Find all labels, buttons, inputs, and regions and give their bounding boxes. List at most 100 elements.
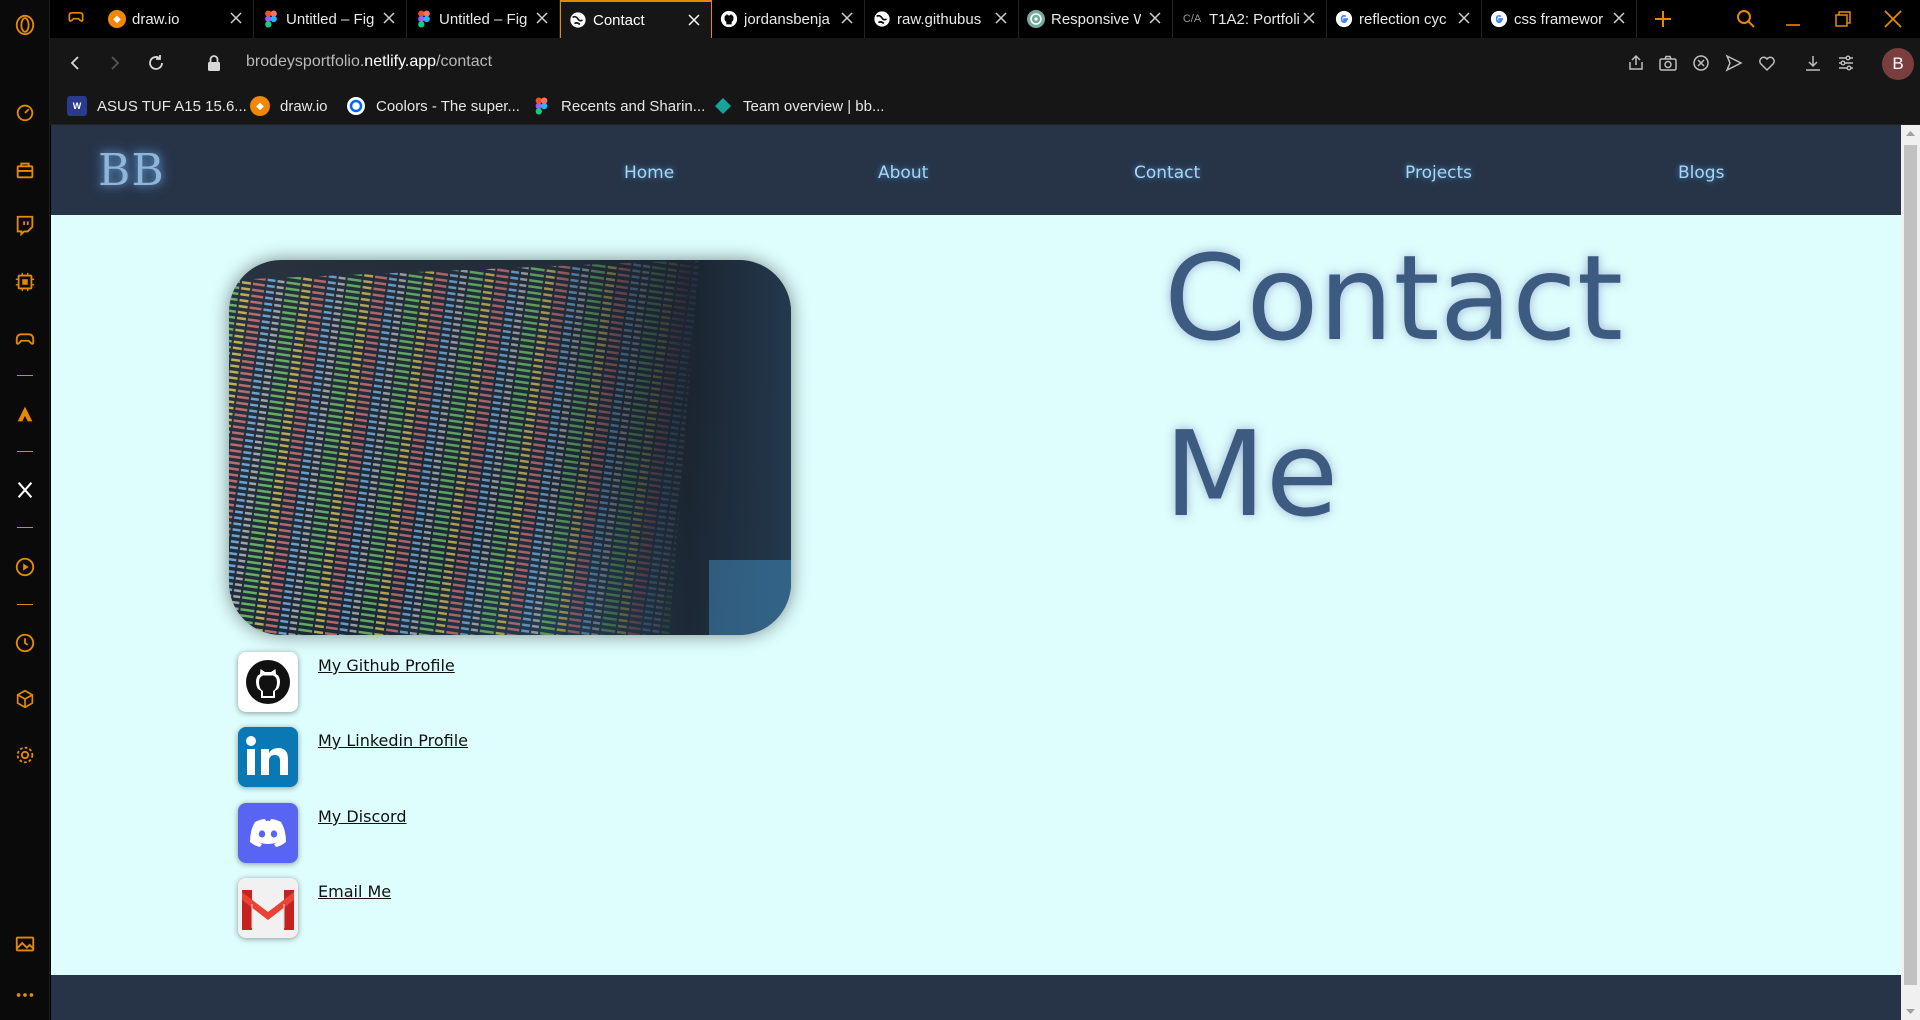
x-twitter-icon[interactable] — [13, 478, 37, 502]
tab-gx-games[interactable] — [58, 0, 98, 38]
adblock-button[interactable] — [1690, 52, 1712, 74]
more-options-icon[interactable] — [13, 983, 37, 1007]
bookmark-drawio[interactable]: ◆ draw.io — [250, 94, 328, 118]
tab-t1a2[interactable]: C/A T1A2: Portfoli — [1173, 0, 1327, 38]
close-icon[interactable] — [994, 11, 1008, 25]
github-profile-link[interactable]: My Github Profile — [318, 656, 455, 675]
close-icon[interactable] — [687, 13, 701, 27]
site-logo[interactable]: BB — [98, 145, 165, 196]
discord-icon[interactable] — [238, 803, 298, 863]
restore-icon — [1835, 11, 1851, 27]
github-icon[interactable] — [238, 652, 298, 712]
ca-icon: C/A — [1182, 13, 1202, 25]
code-screen-image — [229, 260, 791, 635]
gmail-icon[interactable] — [238, 878, 298, 938]
downloads-button[interactable] — [1802, 52, 1824, 74]
easy-setup-button[interactable] — [1835, 52, 1857, 74]
figma-icon — [415, 10, 433, 28]
share-icon — [1629, 54, 1643, 70]
tab-strip: ◆ draw.io Untitled – Fig Untitled – Fig … — [50, 0, 1920, 38]
new-tab-button[interactable] — [1640, 0, 1686, 38]
close-icon[interactable] — [1457, 11, 1471, 25]
extensions-icon[interactable] — [13, 687, 37, 711]
linkedin-icon[interactable] — [238, 727, 298, 787]
close-icon[interactable] — [535, 11, 549, 25]
tab-google-css[interactable]: css framewor — [1482, 0, 1637, 38]
close-icon[interactable] — [1612, 11, 1626, 25]
search-tabs-button[interactable] — [1723, 0, 1769, 38]
share-button[interactable] — [1625, 52, 1647, 74]
heart-icon — [1759, 56, 1775, 72]
nav-blogs-link[interactable]: Blogs — [1678, 163, 1724, 183]
close-icon[interactable] — [229, 11, 243, 25]
gamepad-icon — [66, 7, 86, 31]
tab-google-reflection[interactable]: reflection cyc — [1327, 0, 1482, 38]
nav-projects-link[interactable]: Projects — [1405, 163, 1472, 183]
reload-button[interactable] — [144, 51, 168, 75]
close-icon[interactable] — [1148, 11, 1162, 25]
tab-title: draw.io — [132, 10, 180, 28]
nav-home-link[interactable]: Home — [624, 163, 674, 183]
tab-title: css framewor — [1514, 10, 1604, 28]
snapshot-button[interactable] — [1657, 52, 1679, 74]
settings-gear-icon[interactable] — [13, 743, 37, 767]
gx-corner-icon[interactable] — [13, 326, 37, 350]
google-icon — [1490, 10, 1508, 28]
tab-raw-github[interactable]: raw.githubus — [865, 0, 1019, 38]
bookmark-heart-button[interactable] — [1756, 52, 1778, 74]
close-icon — [1884, 10, 1902, 28]
scroll-down-icon[interactable] — [1901, 1004, 1920, 1018]
globe-icon — [569, 11, 587, 29]
tab-drawio[interactable]: ◆ draw.io — [100, 0, 254, 38]
scroll-up-icon[interactable] — [1901, 127, 1920, 141]
send-button[interactable] — [1723, 52, 1745, 74]
close-icon[interactable] — [840, 11, 854, 25]
lock-icon[interactable] — [202, 51, 226, 75]
speed-dial-icon[interactable] — [13, 100, 37, 124]
nav-contact-link[interactable]: Contact — [1134, 163, 1200, 183]
tab-figma-2[interactable]: Untitled – Fig — [407, 0, 560, 38]
hardware-icon[interactable] — [13, 270, 37, 294]
tab-contact-active[interactable]: Contact — [560, 0, 712, 38]
bookmark-coolors[interactable]: Coolors - The super... — [346, 94, 520, 118]
tab-chatgpt[interactable]: Responsive W — [1019, 0, 1173, 38]
player-icon[interactable] — [13, 555, 37, 579]
email-link-row: Email Me — [238, 878, 391, 940]
send-icon — [1725, 54, 1743, 72]
linkedin-profile-link[interactable]: My Linkedin Profile — [318, 731, 468, 750]
close-icon[interactable] — [382, 11, 396, 25]
twitch-icon[interactable] — [13, 213, 37, 237]
site-navbar: BB Home About Contact Projects Blogs — [51, 125, 1901, 215]
history-icon[interactable] — [13, 631, 37, 655]
page-scrollbar[interactable] — [1901, 125, 1920, 1020]
minimize-button[interactable] — [1770, 0, 1816, 38]
forward-button[interactable] — [103, 51, 127, 75]
bookmark-figma[interactable]: Recents and Sharin... — [531, 94, 705, 118]
tab-github[interactable]: jordansbenja — [712, 0, 865, 38]
email-link[interactable]: Email Me — [318, 882, 391, 901]
shopping-bag-icon[interactable] — [13, 158, 37, 182]
opera-menu-icon[interactable] — [13, 13, 37, 37]
camera-icon — [1659, 55, 1677, 71]
aria-icon[interactable] — [13, 402, 37, 426]
address-bar: brodeysportfolio.netlify.app/contact B — [50, 38, 1920, 88]
bookmark-team-overview[interactable]: Team overview | bb... — [713, 94, 884, 118]
close-icon[interactable] — [1302, 11, 1316, 25]
wallpaper-icon[interactable] — [13, 932, 37, 956]
close-window-button[interactable] — [1870, 0, 1916, 38]
nav-about-link[interactable]: About — [878, 163, 928, 183]
discord-link[interactable]: My Discord — [318, 807, 407, 826]
bookmark-label: ASUS TUF A15 15.6... — [97, 97, 247, 115]
tab-figma-1[interactable]: Untitled – Fig — [254, 0, 407, 38]
bookmark-asus[interactable]: W ASUS TUF A15 15.6... — [67, 94, 247, 118]
asus-icon: W — [67, 96, 87, 116]
profile-avatar[interactable]: B — [1882, 48, 1914, 80]
url-field[interactable]: brodeysportfolio.netlify.app/contact — [246, 53, 492, 71]
restore-button[interactable] — [1820, 0, 1866, 38]
back-button[interactable] — [63, 51, 87, 75]
adblock-icon — [1693, 55, 1709, 71]
bookmark-label: Recents and Sharin... — [561, 97, 706, 115]
scroll-thumb[interactable] — [1904, 145, 1917, 985]
tab-title: Untitled – Fig — [439, 10, 528, 28]
google-icon — [1335, 10, 1353, 28]
